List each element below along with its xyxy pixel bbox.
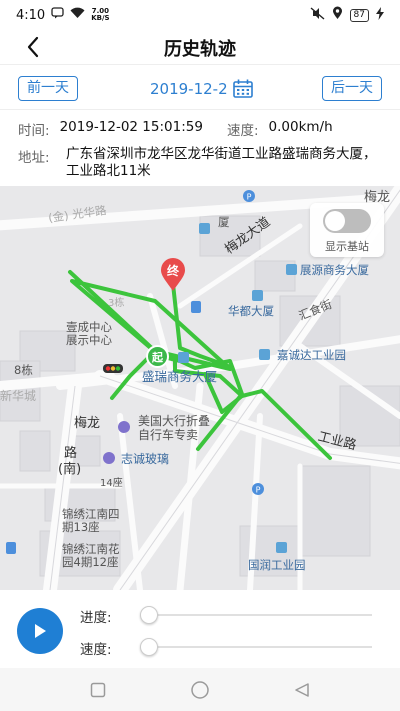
back-button[interactable] — [18, 32, 48, 62]
address-label: 地址: — [18, 150, 50, 166]
base-station-toggle[interactable]: 显示基站 — [310, 203, 384, 257]
map-label: 园4期12座 — [62, 555, 119, 569]
map-label: 华都大厦 — [228, 304, 274, 318]
speed-value: 0.00km/h — [268, 119, 333, 135]
status-time: 4:10 — [16, 7, 46, 23]
home-button[interactable] — [188, 678, 212, 702]
map-label: 新华城 — [0, 389, 37, 403]
triangle-back-icon — [295, 682, 309, 697]
progress-label: 进度: — [80, 610, 112, 626]
toggle-switch[interactable] — [323, 209, 371, 233]
recent-apps-button[interactable] — [86, 678, 110, 702]
end-marker[interactable]: 终 — [160, 258, 186, 292]
slider-track — [140, 614, 372, 616]
base-station-label: 显示基站 — [325, 240, 369, 253]
map-label: 展示中心 — [66, 333, 112, 347]
map-label: 自行车专卖 — [138, 428, 199, 442]
end-marker-label: 终 — [166, 264, 179, 278]
map-label: (南) — [58, 462, 82, 477]
speed-slider[interactable] — [140, 638, 372, 656]
map-label: 3栋 — [108, 298, 125, 309]
speed-control-label: 速度: — [80, 642, 112, 658]
day-navigation: 前一天 2019-12-2 后一天 — [0, 64, 400, 110]
selected-date: 2019-12-2 — [150, 79, 228, 98]
chevron-left-icon — [27, 36, 39, 58]
next-day-button[interactable]: 后一天 — [322, 76, 382, 101]
map-label: 盛瑞商务大厦 — [142, 369, 218, 384]
charging-icon — [376, 6, 384, 24]
prev-day-button[interactable]: 前一天 — [18, 76, 78, 101]
map-label: 国润工业园 — [248, 558, 306, 572]
page-title: 历史轨迹 — [164, 39, 236, 60]
address-value: 广东省深圳市龙华区龙华街道工业路盛瑞商务大厦，工业路北11米 — [66, 146, 377, 179]
map-label: 8栋 — [14, 363, 33, 377]
back-nav-button[interactable] — [290, 678, 314, 702]
map-view[interactable]: P P 梅龙 (金) 光华路 厦 梅龙大道 展源商务大厦 3栋 华都大厦 汇食街… — [0, 186, 400, 590]
track-info-panel: 时间: 2019-12-02 15:01:59 速度: 0.00km/h 地址:… — [0, 110, 400, 186]
time-value: 2019-12-02 15:01:59 — [59, 119, 203, 135]
svg-text:P: P — [247, 193, 252, 202]
mute-icon — [310, 6, 325, 24]
progress-slider[interactable] — [140, 606, 372, 624]
toggle-knob — [325, 211, 345, 231]
time-label: 时间: — [18, 123, 50, 139]
map-label: 展源商务大厦 — [300, 263, 369, 277]
play-icon — [35, 624, 46, 638]
speed-slider-thumb[interactable] — [140, 638, 158, 656]
speed-label: 速度: — [226, 123, 259, 139]
svg-text:P: P — [256, 486, 261, 495]
start-marker[interactable]: 起 — [146, 345, 169, 368]
playback-controls: 进度: 速度: — [0, 590, 400, 668]
header-bar: 历史轨迹 — [0, 30, 400, 64]
square-icon — [90, 682, 106, 697]
wifi-icon — [70, 7, 85, 23]
circle-icon — [191, 680, 209, 699]
calendar-icon — [232, 79, 253, 98]
date-picker[interactable]: 2019-12-2 — [150, 76, 253, 101]
map-label: 嘉诚达工业园 — [277, 348, 346, 362]
message-icon — [51, 7, 64, 23]
location-icon — [332, 6, 343, 24]
start-marker-label: 起 — [152, 350, 163, 364]
map-label: 厦 — [218, 215, 230, 229]
map-label: 期13座 — [62, 520, 100, 534]
status-bar: 4:10 7.00 KB/S 87 — [0, 0, 400, 30]
play-button[interactable] — [17, 608, 63, 654]
map-label: 梅龙 — [74, 416, 101, 431]
battery-indicator: 87 — [349, 8, 369, 22]
slider-track — [140, 646, 372, 648]
system-navigation-bar — [0, 668, 400, 711]
progress-slider-thumb[interactable] — [140, 606, 158, 624]
map-label: 志诚玻璃 — [121, 452, 170, 466]
network-speed: 7.00 KB/S — [91, 7, 110, 22]
map-label: 14座 — [100, 478, 123, 489]
